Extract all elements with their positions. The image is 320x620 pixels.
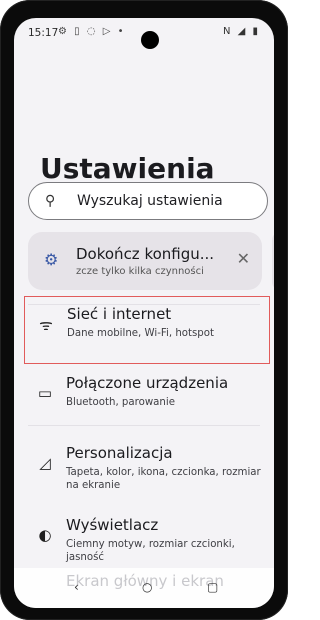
settings-item-subtitle: Bluetooth, parowanie — [66, 397, 175, 408]
navigation-bar: Ekran główny i ekran ‹ ○ ▢ — [14, 568, 274, 608]
settings-item-subtitle: Tapeta, kolor, ikona, czcionka, rozmiar … — [66, 467, 261, 491]
settings-item-title: Połączone urządzenia — [66, 374, 229, 392]
page-title: Ustawienia — [40, 152, 215, 185]
next-suggestion-peek[interactable] — [272, 232, 274, 290]
status-left-icons: ⚙ ▯ ◌ ▷ • — [58, 26, 126, 37]
wifi-icon: ᯤ — [39, 316, 53, 334]
home-button[interactable]: ○ — [142, 580, 152, 594]
suggestion-subtitle: zcze tylko kilka czynności — [76, 266, 204, 277]
connected-devices-icon: ▭ — [37, 384, 53, 402]
gear-icon: ⚙ — [44, 250, 59, 269]
close-icon[interactable]: ✕ — [237, 249, 250, 268]
settings-item-title: Sieć i internet — [67, 305, 172, 323]
settings-item-subtitle: Ciemny motyw, rozmiar czcionki, jasność — [66, 539, 235, 563]
divider — [28, 425, 260, 426]
settings-item-personalization[interactable]: ◿ Personalizacja Tapeta, kolor, ikona, c… — [24, 436, 270, 508]
settings-item-network[interactable]: ᯤ Sieć i internet Dane mobilne, Wi-Fi, h… — [24, 296, 270, 364]
settings-item-title: Personalizacja — [66, 444, 173, 462]
back-button[interactable]: ‹ — [74, 580, 79, 594]
settings-item-subtitle: Dane mobilne, Wi-Fi, hotspot — [67, 328, 215, 339]
display-icon: ◐ — [38, 526, 52, 544]
settings-item-display[interactable]: ◐ Wyświetlacz Ciemny motyw, rozmiar czci… — [24, 508, 270, 572]
status-right-icons: N ◢ ▮ — [222, 26, 260, 37]
suggestion-title: Dokończ konfigu... — [76, 245, 215, 263]
search-icon: ⚲ — [45, 193, 56, 209]
search-placeholder: Wyszukaj ustawienia — [77, 193, 223, 209]
settings-item-title: Wyświetlacz — [66, 516, 159, 534]
recent-apps-button[interactable]: ▢ — [207, 580, 218, 594]
camera-cutout — [141, 31, 159, 49]
personalization-icon: ◿ — [39, 454, 51, 472]
status-time: 15:17 — [28, 27, 59, 39]
screen: 15:17 ⚙ ▯ ◌ ▷ • N ◢ ▮ Ustawienia ⚲ Wyszu… — [14, 18, 274, 608]
search-input[interactable]: ⚲ Wyszukaj ustawienia — [28, 182, 268, 220]
setup-suggestion-card[interactable]: ⚙ Dokończ konfigu... zcze tylko kilka cz… — [28, 232, 262, 290]
phone-frame: 15:17 ⚙ ▯ ◌ ▷ • N ◢ ▮ Ustawienia ⚲ Wyszu… — [0, 0, 288, 620]
settings-item-connected-devices[interactable]: ▭ Połączone urządzenia Bluetooth, parowa… — [24, 366, 270, 422]
